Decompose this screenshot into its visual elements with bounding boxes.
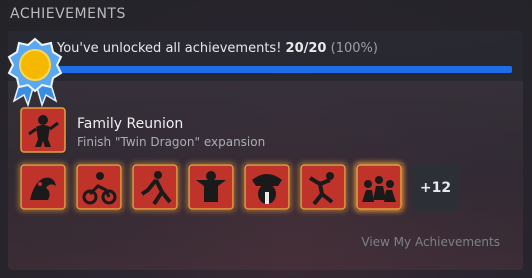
brawler-icon[interactable]	[300, 164, 346, 210]
achievement-percent: (100%)	[330, 41, 378, 56]
progress-bar	[57, 66, 512, 73]
summary-text: You've unlocked all achievements!	[57, 41, 282, 56]
progress-header: You've unlocked all achievements! 20/20 …	[8, 31, 523, 81]
ninja-figure-icon	[20, 107, 66, 153]
achievement-count: 20/20	[285, 41, 327, 56]
completion-badge-icon	[4, 35, 66, 108]
more-achievements-badge[interactable]: +12	[412, 164, 459, 211]
achievement-summary: You've unlocked all achievements! 20/20 …	[57, 41, 378, 56]
progress-bar-fill	[57, 66, 512, 73]
recent-achievement-description: Finish "Twin Dragon" expansion	[77, 135, 266, 149]
achievements-panel: You've unlocked all achievements! 20/20 …	[7, 31, 523, 270]
dragon-icon[interactable]	[20, 164, 66, 210]
crowd-icon[interactable]	[356, 164, 402, 210]
ninja-pose-icon[interactable]	[188, 164, 234, 210]
masked-villain-icon[interactable]	[244, 164, 290, 210]
recent-achievement-name: Family Reunion	[77, 116, 184, 132]
view-achievements-link[interactable]: View My Achievements	[361, 235, 500, 249]
motorcycle-rider-icon[interactable]	[76, 164, 122, 210]
fighter-icon[interactable]	[132, 164, 178, 210]
section-title: ACHIEVEMENTS	[10, 6, 126, 22]
